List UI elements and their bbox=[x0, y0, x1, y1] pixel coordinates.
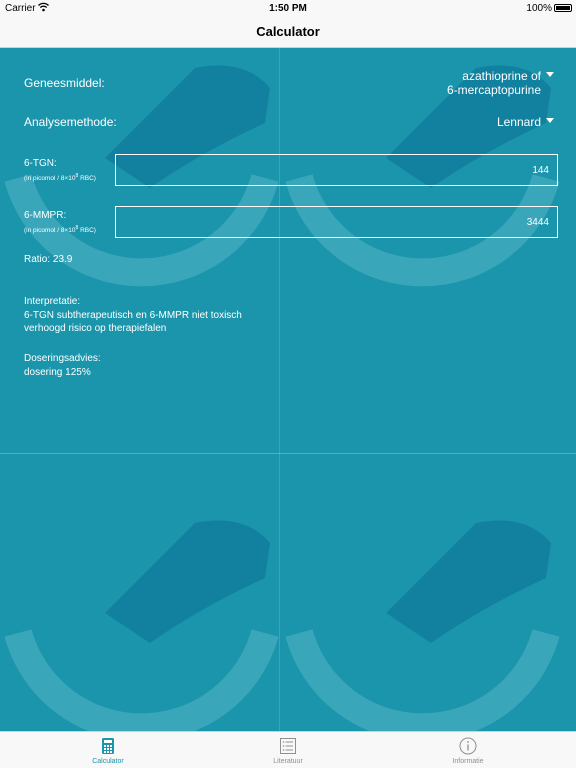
mmpr-input[interactable] bbox=[115, 206, 558, 238]
dosering-value: dosering 125% bbox=[24, 366, 91, 378]
dosering-label: Doseringsadvies: bbox=[24, 353, 101, 364]
tab-informatie-label: Informatie bbox=[452, 758, 484, 765]
background-logo-icon bbox=[285, 520, 560, 731]
tab-literatuur[interactable]: Literatuur bbox=[192, 732, 384, 768]
tab-bar: Calculator Literatuur Informatie bbox=[0, 731, 576, 768]
page-title: Calculator bbox=[256, 24, 320, 39]
info-icon bbox=[459, 737, 477, 755]
geneesmiddel-label: Geneesmiddel: bbox=[24, 76, 105, 90]
status-bar: Carrier 1:50 PM 100% bbox=[0, 0, 576, 16]
tab-informatie[interactable]: Informatie bbox=[372, 732, 564, 768]
ratio-text: Ratio: 23.9 bbox=[24, 254, 73, 265]
dosering-section: Doseringsadvies: dosering 125% bbox=[24, 352, 101, 379]
chevron-down-icon bbox=[546, 118, 554, 124]
analysemethode-value: Lennard bbox=[496, 115, 541, 129]
geneesmiddel-value-line2: 6-mercaptopurine bbox=[446, 83, 541, 97]
split-divider-horizontal bbox=[0, 453, 576, 454]
tab-literatuur-label: Literatuur bbox=[273, 758, 303, 765]
chevron-down-icon bbox=[546, 72, 554, 78]
mmpr-label: 6-MMPR: bbox=[24, 210, 67, 221]
split-divider-vertical bbox=[279, 48, 280, 731]
navigation-bar: Calculator bbox=[0, 16, 576, 48]
geneesmiddel-select[interactable]: azathioprine of 6-mercaptopurine bbox=[447, 69, 554, 97]
clock: 1:50 PM bbox=[269, 3, 307, 14]
background-pattern bbox=[0, 48, 576, 731]
mmpr-unit: (in picomol / 8×108 RBC) bbox=[24, 225, 96, 235]
interpretatie-line2: verhoogd risico op therapiefalen bbox=[24, 323, 167, 334]
calculator-icon bbox=[102, 738, 114, 754]
list-icon bbox=[280, 738, 296, 754]
tgn-input[interactable] bbox=[115, 154, 558, 186]
tgn-label: 6-TGN: bbox=[24, 158, 57, 169]
tab-calculator-label: Calculator bbox=[92, 758, 124, 765]
geneesmiddel-value-line1: azathioprine of bbox=[462, 69, 541, 83]
tgn-unit: (in picomol / 8×108 RBC) bbox=[24, 173, 96, 183]
analysemethode-label: Analysemethode: bbox=[24, 115, 117, 129]
analysemethode-select[interactable]: Lennard bbox=[497, 115, 554, 129]
tab-calculator[interactable]: Calculator bbox=[12, 732, 204, 768]
interpretatie-label: Interpretatie: bbox=[24, 296, 81, 307]
interpretatie-line1: 6-TGN subtherapeutisch en 6-MMPR niet to… bbox=[24, 309, 242, 321]
battery-icon bbox=[554, 4, 572, 12]
battery-percent: 100% bbox=[526, 3, 552, 14]
interpretatie-section: Interpretatie: 6-TGN subtherapeutisch en… bbox=[24, 295, 242, 336]
background-logo-icon bbox=[4, 520, 279, 731]
